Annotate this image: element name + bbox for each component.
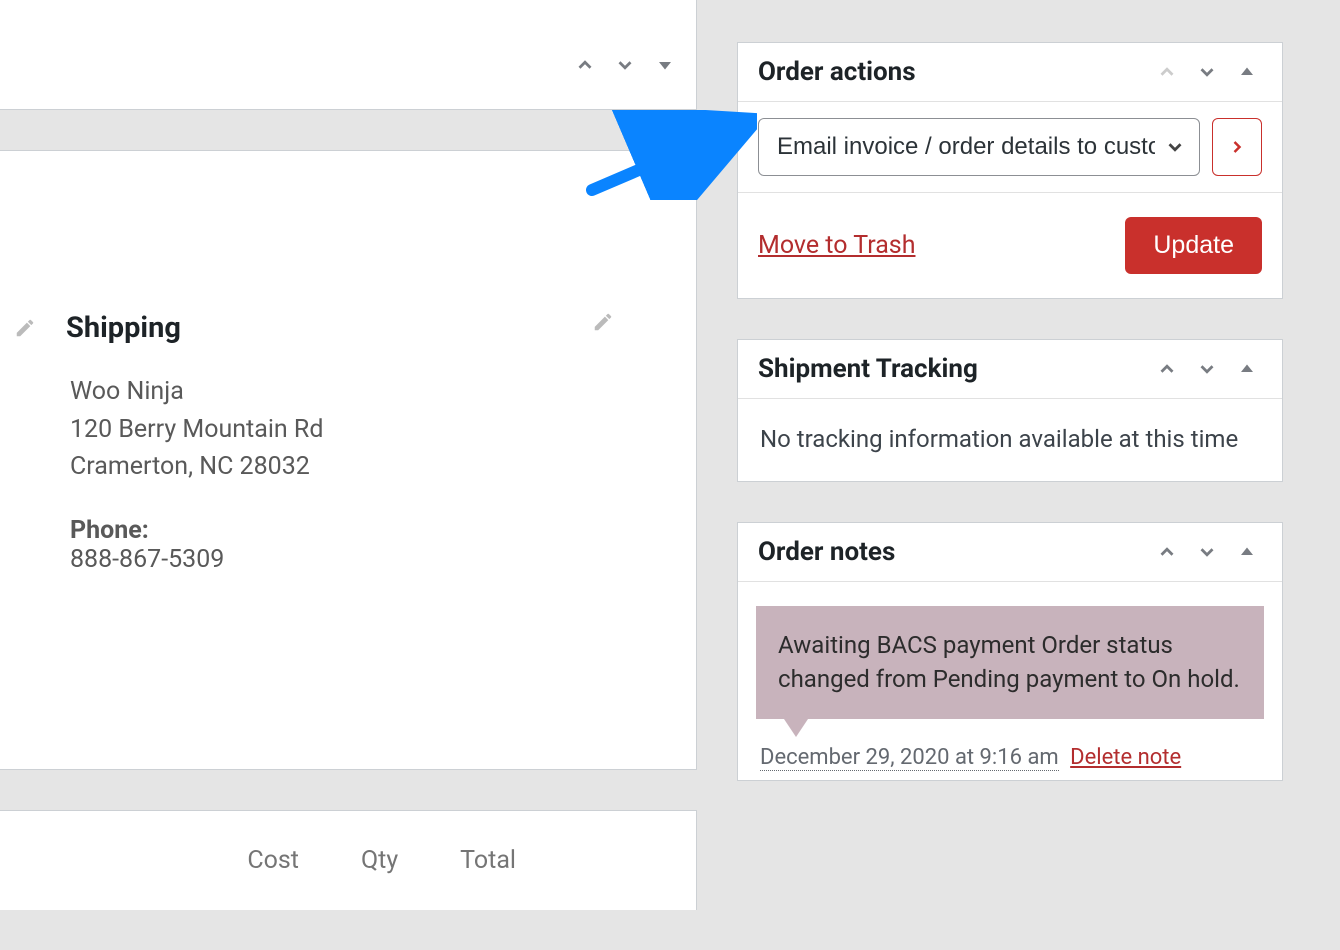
col-total: Total — [460, 846, 516, 875]
chevron-up-icon[interactable] — [1152, 57, 1182, 87]
chevron-up-icon[interactable] — [1152, 354, 1182, 384]
chevron-up-icon[interactable] — [1152, 537, 1182, 567]
shipping-addr1: 120 Berry Mountain Rd — [70, 411, 630, 449]
phone-label: Phone: — [70, 516, 630, 545]
shipment-tracking-panel: Shipment Tracking No tracking informatio… — [737, 339, 1283, 482]
chevron-down-icon[interactable] — [1192, 537, 1222, 567]
shipping-addr2: Cramerton, NC 28032 — [70, 448, 630, 486]
caret-up-icon[interactable] — [1232, 57, 1262, 87]
items-table-header: Cost Qty Total — [0, 810, 697, 910]
order-meta-panel — [0, 0, 697, 110]
order-action-select[interactable] — [758, 118, 1200, 176]
shipping-name: Woo Ninja — [70, 373, 630, 411]
delete-note-link[interactable]: Delete note — [1070, 745, 1181, 770]
update-button[interactable]: Update — [1125, 217, 1262, 274]
chevron-down-icon[interactable] — [1192, 57, 1222, 87]
move-to-trash-link[interactable]: Move to Trash — [758, 231, 915, 260]
order-actions-panel: Order actions — [737, 42, 1283, 299]
pencil-icon[interactable] — [14, 317, 36, 339]
phone-value: 888-867-5309 — [70, 545, 630, 574]
run-action-button[interactable] — [1212, 118, 1262, 176]
pencil-icon[interactable] — [592, 311, 614, 333]
chevron-up-icon[interactable] — [570, 50, 600, 80]
caret-down-icon[interactable] — [650, 50, 680, 80]
chevron-down-icon[interactable] — [610, 50, 640, 80]
col-cost: Cost — [247, 846, 299, 875]
col-qty: Qty — [361, 846, 398, 875]
shipping-title: Shipping — [66, 311, 181, 345]
tracking-empty-text: No tracking information available at thi… — [738, 399, 1282, 481]
order-note: Awaiting BACS payment Order status chang… — [756, 606, 1264, 720]
caret-up-icon[interactable] — [1232, 537, 1262, 567]
shipping-panel: Shipping Woo Ninja 120 Berry Mountain Rd… — [0, 150, 697, 770]
note-timestamp: December 29, 2020 at 9:16 am — [760, 745, 1059, 771]
caret-up-icon[interactable] — [1232, 354, 1262, 384]
order-actions-title: Order actions — [758, 57, 916, 87]
order-notes-panel: Order notes Awaiting BACS payment Order … — [737, 522, 1283, 782]
order-notes-title: Order notes — [758, 537, 895, 567]
chevron-down-icon[interactable] — [1192, 354, 1222, 384]
shipment-tracking-title: Shipment Tracking — [758, 354, 978, 384]
